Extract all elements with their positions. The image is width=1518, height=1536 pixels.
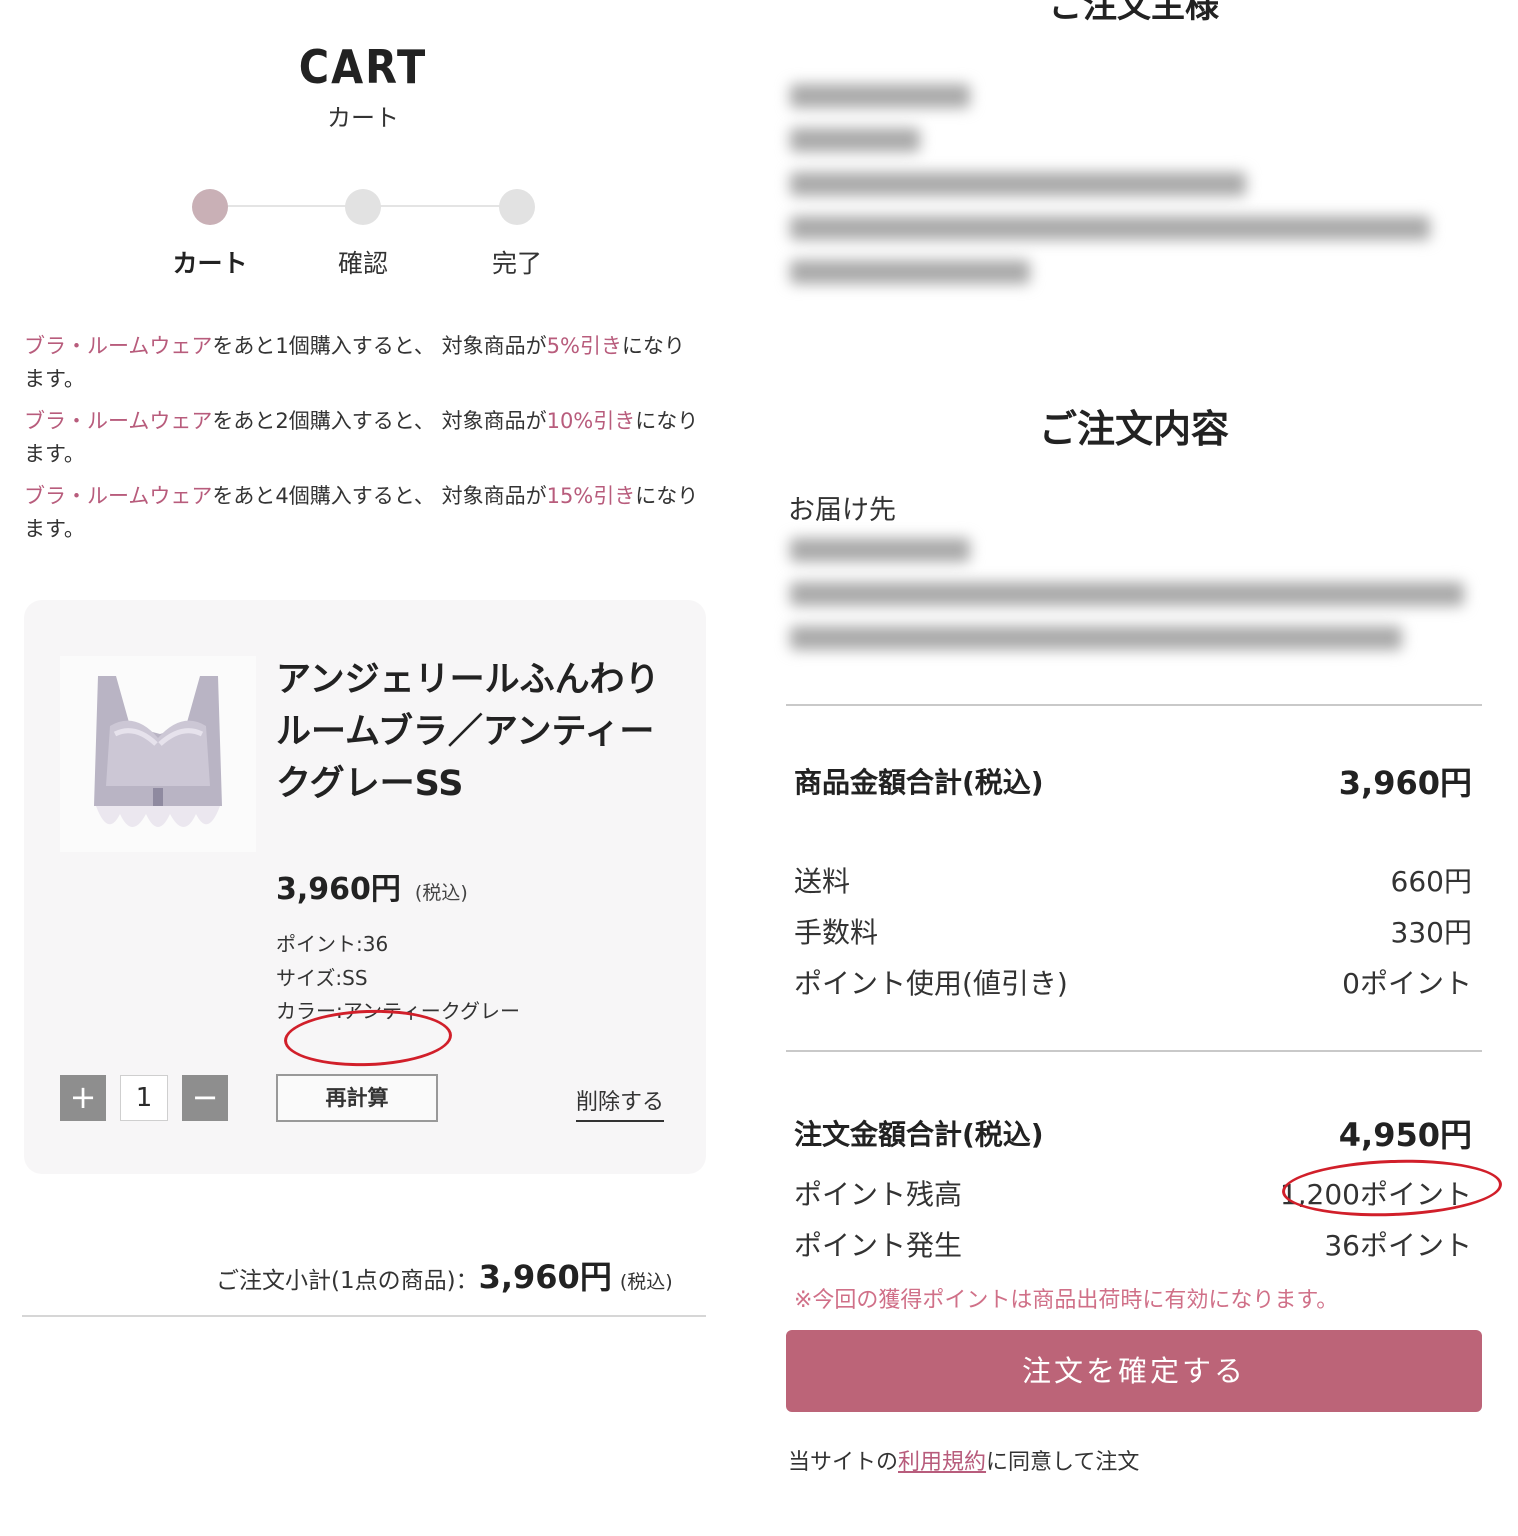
step-label-complete: 完了: [491, 249, 542, 278]
divider: [786, 1050, 1482, 1052]
promo-category: ブラ・ルームウェア: [24, 334, 213, 358]
promo-text: をあと4個購入すると、 対象商品が: [212, 484, 547, 508]
quantity-input[interactable]: 1: [120, 1075, 168, 1121]
redacted-text: [790, 582, 1464, 606]
promo-discount: 5%引き: [546, 334, 622, 358]
orderer-title: ご注文主様: [1049, 0, 1219, 26]
delivery-label: お届け先: [788, 495, 896, 526]
order-subtotal: ご注文小計(1点の商品)：3,960円 (税込): [216, 1252, 673, 1298]
redacted-text: [790, 626, 1402, 650]
promo-text-end: になり: [635, 484, 699, 508]
redacted-text: [790, 216, 1430, 240]
subtotal-tax-note: (税込): [619, 1271, 673, 1293]
shipping-label: 送料: [794, 865, 851, 898]
tax-note: (税込): [414, 882, 468, 904]
confirm-order-button[interactable]: 注文を確定する: [786, 1330, 1482, 1412]
points-used-value: 0ポイント: [1342, 967, 1472, 1000]
product-name[interactable]: アンジェリールふんわり ルームブラ／アンティー クグレーSS: [276, 654, 696, 810]
redacted-text: [790, 538, 970, 562]
recalculate-button[interactable]: 再計算: [276, 1074, 438, 1122]
divider: [786, 704, 1482, 706]
product-price: 3,960円 (税込): [276, 864, 468, 908]
promo-text: をあと2個購入すると、 対象商品が: [212, 409, 547, 433]
order-total-value: 4,950円: [1338, 1116, 1472, 1154]
terms-link[interactable]: 利用規約: [898, 1450, 986, 1475]
cart-subtitle: カート: [327, 104, 399, 132]
redacted-text: [790, 260, 1030, 284]
bra-image-icon: [94, 676, 222, 827]
redacted-text: [790, 84, 970, 108]
promo-text-end: になり: [635, 409, 699, 433]
promo-message: ブラ・ルームウェアをあと1個購入すると、 対象商品が5%引きになります。: [24, 330, 714, 396]
redacted-text: [790, 172, 1246, 196]
order-content-title: ご注文内容: [1038, 407, 1229, 451]
step-label-cart: カート: [172, 249, 248, 278]
product-total-label: 商品金額合計(税込): [794, 766, 1044, 799]
fee-value: 330円: [1390, 916, 1472, 949]
points-used-label: ポイント使用(値引き): [794, 967, 1068, 1000]
agree-prefix: 当サイトの: [788, 1450, 899, 1475]
terms-agreement: 当サイトの利用規約に同意して注文: [788, 1444, 1139, 1476]
product-size: サイズ:SS: [276, 966, 368, 990]
quantity-decrease-button[interactable]: −: [182, 1075, 228, 1121]
point-balance-label: ポイント残高: [794, 1178, 963, 1211]
shipping-value: 660円: [1390, 865, 1472, 898]
promo-text-tail: ます。: [24, 442, 85, 466]
subtotal-amount: 3,960円: [478, 1258, 612, 1296]
step-dot-complete: [499, 189, 535, 225]
delete-link[interactable]: 削除する: [576, 1084, 665, 1122]
product-price-value: 3,960円: [276, 872, 401, 907]
promo-category: ブラ・ルームウェア: [24, 409, 213, 433]
subtotal-label: ご注文小計(1点の商品)：: [216, 1268, 479, 1294]
product-name-line: クグレーSS: [276, 764, 464, 804]
promo-text-tail: ます。: [24, 517, 85, 541]
product-name-line: アンジェリールふんわり: [276, 660, 660, 700]
points-earned-label: ポイント発生: [794, 1229, 963, 1262]
agree-suffix: に同意して注文: [986, 1450, 1140, 1475]
promo-message: ブラ・ルームウェアをあと4個購入すると、 対象商品が15%引きになります。: [24, 480, 714, 546]
product-total-value: 3,960円: [1338, 764, 1472, 802]
cart-title: CART: [298, 40, 428, 94]
promo-text-tail: ます。: [24, 367, 85, 391]
promo-discount: 10%引き: [546, 409, 636, 433]
quantity-increase-button[interactable]: +: [60, 1075, 106, 1121]
order-total-label: 注文金額合計(税込): [794, 1118, 1044, 1151]
points-earned-value: 36ポイント: [1324, 1229, 1472, 1262]
product-image[interactable]: [60, 656, 256, 852]
points-note: ※今回の獲得ポイントは商品出荷時に有効になります。: [794, 1288, 1339, 1313]
promo-category: ブラ・ルームウェア: [24, 484, 213, 508]
divider: [22, 1315, 706, 1317]
step-dot-confirm: [345, 189, 381, 225]
step-label-confirm: 確認: [337, 249, 388, 278]
product-points: ポイント:36: [276, 932, 389, 956]
fee-label: 手数料: [794, 916, 879, 949]
promo-text-end: になり: [621, 334, 685, 358]
product-name-line: ルームブラ／アンティー: [276, 712, 655, 752]
promo-discount: 15%引き: [546, 484, 636, 508]
promo-text: をあと1個購入すると、 対象商品が: [212, 334, 547, 358]
redacted-text: [790, 128, 920, 152]
promo-message: ブラ・ルームウェアをあと2個購入すると、 対象商品が10%引きになります。: [24, 405, 714, 471]
step-dot-cart: [192, 189, 228, 225]
